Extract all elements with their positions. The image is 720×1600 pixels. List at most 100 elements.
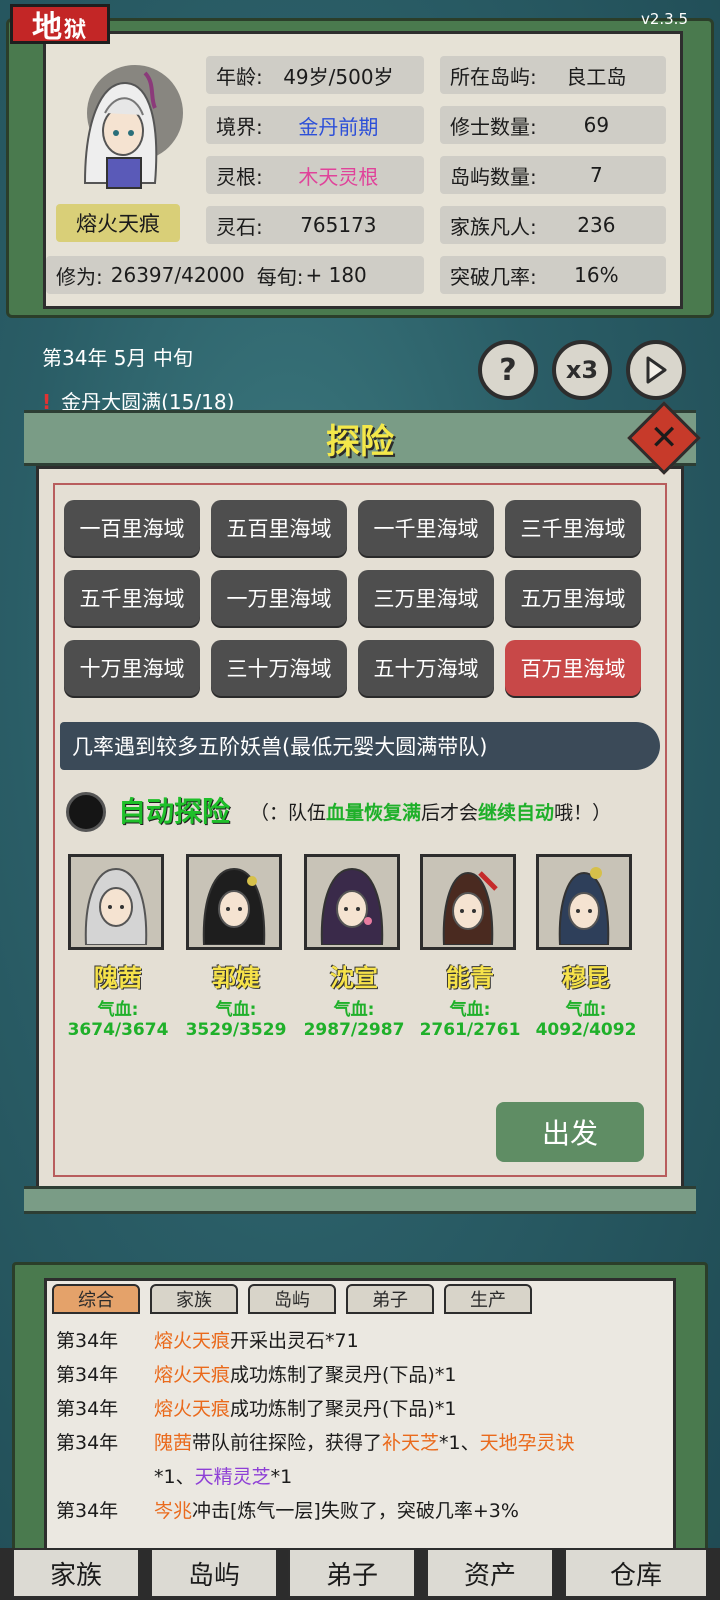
area-button-5000li[interactable]: 五千里海域 bbox=[64, 570, 200, 626]
depart-button[interactable]: 出发 bbox=[496, 1102, 644, 1162]
stone-stat: 灵石: 765173 bbox=[206, 206, 424, 244]
mortals-label: 家族凡人: bbox=[450, 214, 537, 239]
team-member[interactable]: 穆昆 气血: 4092/4092 bbox=[536, 854, 636, 1040]
area-button-100000li[interactable]: 十万里海域 bbox=[64, 640, 200, 696]
per-turn-label: 每旬: bbox=[256, 264, 304, 289]
member-hp: 3529/3529 bbox=[185, 1020, 287, 1040]
log-text: 开采出灵石*71 bbox=[230, 1330, 359, 1352]
breakthrough-label: 突破几率: bbox=[450, 264, 537, 289]
member-portrait bbox=[536, 854, 632, 950]
disciple-portrait-icon bbox=[558, 867, 610, 945]
player-name[interactable]: 熔火天痕 bbox=[56, 204, 180, 242]
nav-islands[interactable]: 岛屿 bbox=[150, 1548, 278, 1598]
log-item: 天精灵芝 bbox=[194, 1466, 271, 1488]
area-button-500000li[interactable]: 五十万海域 bbox=[358, 640, 494, 696]
log-text: 成功炼制了聚灵丹(下品)*1 bbox=[230, 1398, 457, 1420]
log-entry: 第34年 岑兆冲击[炼气一层]失败了，突破几率+3% bbox=[56, 1496, 666, 1523]
cultivators-label: 修士数量: bbox=[450, 114, 537, 139]
nav-family[interactable]: 家族 bbox=[12, 1548, 140, 1598]
member-portrait bbox=[186, 854, 282, 950]
log-entry: 第34年 隗茜带队前往探险，获得了补天芝*1、天地孕灵诀 bbox=[56, 1428, 666, 1455]
cultivation-value: 26397/42000 bbox=[110, 263, 245, 287]
team-member[interactable]: 能青 气血: 2761/2761 bbox=[420, 854, 520, 1040]
log-entry: 第34年 熔火天痕成功炼制了聚灵丹(下品)*1 bbox=[56, 1394, 666, 1421]
auto-explore-toggle[interactable] bbox=[66, 792, 106, 832]
area-button-3000li[interactable]: 三千里海域 bbox=[505, 500, 641, 556]
member-name: 能青 bbox=[446, 964, 494, 992]
member-hp: 2761/2761 bbox=[419, 1020, 521, 1040]
log-year: 第34年 bbox=[56, 1432, 119, 1454]
next-turn-button[interactable] bbox=[626, 340, 686, 400]
auto-explore-label: 自动探险 bbox=[118, 795, 231, 828]
note-part-2: 血量恢复满 bbox=[326, 802, 422, 824]
log-actor: 熔火天痕 bbox=[154, 1398, 231, 1420]
area-description: 几率遇到较多五阶妖兽(最低元婴大圆满带队) bbox=[60, 722, 660, 770]
auto-explore-note: （：队伍血量恢复满后才会继续自动哦！） bbox=[250, 798, 611, 825]
tab-family[interactable]: 家族 bbox=[150, 1284, 238, 1314]
realm-value: 金丹前期 bbox=[298, 114, 379, 139]
explore-title-bar: 探险 bbox=[24, 410, 696, 466]
disciple-portrait-icon bbox=[84, 867, 148, 945]
help-icon: ? bbox=[499, 352, 517, 388]
nav-disciples[interactable]: 弟子 bbox=[288, 1548, 416, 1598]
disciple-portrait-icon bbox=[202, 867, 266, 945]
member-name: 沈宣 bbox=[330, 964, 378, 992]
tab-all[interactable]: 综合 bbox=[52, 1284, 140, 1314]
log-entry: 第34年 熔火天痕开采出灵石*71 bbox=[56, 1326, 666, 1353]
age-stat: 年龄: 49岁/500岁 bbox=[206, 56, 424, 94]
log-text: 成功炼制了聚灵丹(下品)*1 bbox=[230, 1364, 457, 1386]
log-text: 冲击[炼气一层]失败了，突破几率+3% bbox=[192, 1500, 519, 1522]
log-year: 第34年 bbox=[56, 1330, 119, 1352]
area-button-1000000li[interactable]: 百万里海域 bbox=[505, 640, 641, 696]
area-button-1000li[interactable]: 一千里海域 bbox=[358, 500, 494, 556]
version-label: v2.3.5 bbox=[640, 10, 688, 28]
member-hp: 2987/2987 bbox=[303, 1020, 405, 1040]
log-text: 带队前往探险，获得了 bbox=[192, 1432, 383, 1454]
islands-value: 7 bbox=[590, 163, 603, 187]
area-button-50000li[interactable]: 五万里海域 bbox=[505, 570, 641, 626]
member-hp-label: 气血: bbox=[333, 1000, 375, 1020]
island-stat: 所在岛屿: 良工岛 bbox=[440, 56, 666, 94]
log-text: *1 bbox=[270, 1466, 293, 1488]
tab-islands[interactable]: 岛屿 bbox=[248, 1284, 336, 1314]
speed-button[interactable]: x3 bbox=[552, 340, 612, 400]
log-item: 补天芝 bbox=[382, 1432, 440, 1454]
player-portrait-icon bbox=[83, 65, 183, 189]
breakthrough-value: 16% bbox=[574, 263, 619, 287]
note-part-5: 哦！） bbox=[554, 802, 612, 824]
speed-icon: x3 bbox=[565, 356, 599, 384]
tab-disciples[interactable]: 弟子 bbox=[346, 1284, 434, 1314]
area-button-30000li[interactable]: 三万里海域 bbox=[358, 570, 494, 626]
difficulty-badge: 地 狱 bbox=[10, 4, 110, 45]
play-icon bbox=[646, 356, 667, 384]
note-part-4: 继续自动 bbox=[478, 802, 555, 824]
log-entry: 第34年 熔火天痕成功炼制了聚灵丹(下品)*1 bbox=[56, 1360, 666, 1387]
team-member[interactable]: 沈宣 气血: 2987/2987 bbox=[304, 854, 404, 1040]
area-button-500li[interactable]: 五百里海域 bbox=[211, 500, 347, 556]
member-portrait bbox=[420, 854, 516, 950]
team-member[interactable]: 郭婕 气血: 3529/3529 bbox=[186, 854, 286, 1040]
difficulty-badge-small: 狱 bbox=[63, 17, 88, 43]
log-item: 天地孕灵诀 bbox=[479, 1432, 575, 1454]
cultivation-label: 修为: bbox=[56, 264, 103, 289]
close-icon: ✕ bbox=[649, 418, 679, 458]
area-button-300000li[interactable]: 三十万海域 bbox=[211, 640, 347, 696]
area-button-100li[interactable]: 一百里海域 bbox=[64, 500, 200, 556]
member-portrait bbox=[68, 854, 164, 950]
log-year: 第34年 bbox=[56, 1364, 119, 1386]
area-button-10000li[interactable]: 一万里海域 bbox=[211, 570, 347, 626]
tab-production[interactable]: 生产 bbox=[444, 1284, 532, 1314]
breakthrough-stat: 突破几率: 16% bbox=[440, 256, 666, 294]
explore-title: 探险 bbox=[326, 421, 394, 462]
member-hp-label: 气血: bbox=[565, 1000, 607, 1020]
help-button[interactable]: ? bbox=[478, 340, 538, 400]
realm-label: 境界: bbox=[216, 114, 263, 139]
player-avatar[interactable] bbox=[50, 48, 190, 198]
root-value: 木天灵根 bbox=[298, 164, 379, 189]
realm-stat: 境界: 金丹前期 bbox=[206, 106, 424, 144]
team-member[interactable]: 隗茜 气血: 3674/3674 bbox=[68, 854, 168, 1040]
root-label: 灵根: bbox=[216, 164, 263, 189]
nav-assets[interactable]: 资产 bbox=[426, 1548, 554, 1598]
nav-warehouse[interactable]: 仓库 bbox=[564, 1548, 708, 1598]
cultivators-stat: 修士数量: 69 bbox=[440, 106, 666, 144]
